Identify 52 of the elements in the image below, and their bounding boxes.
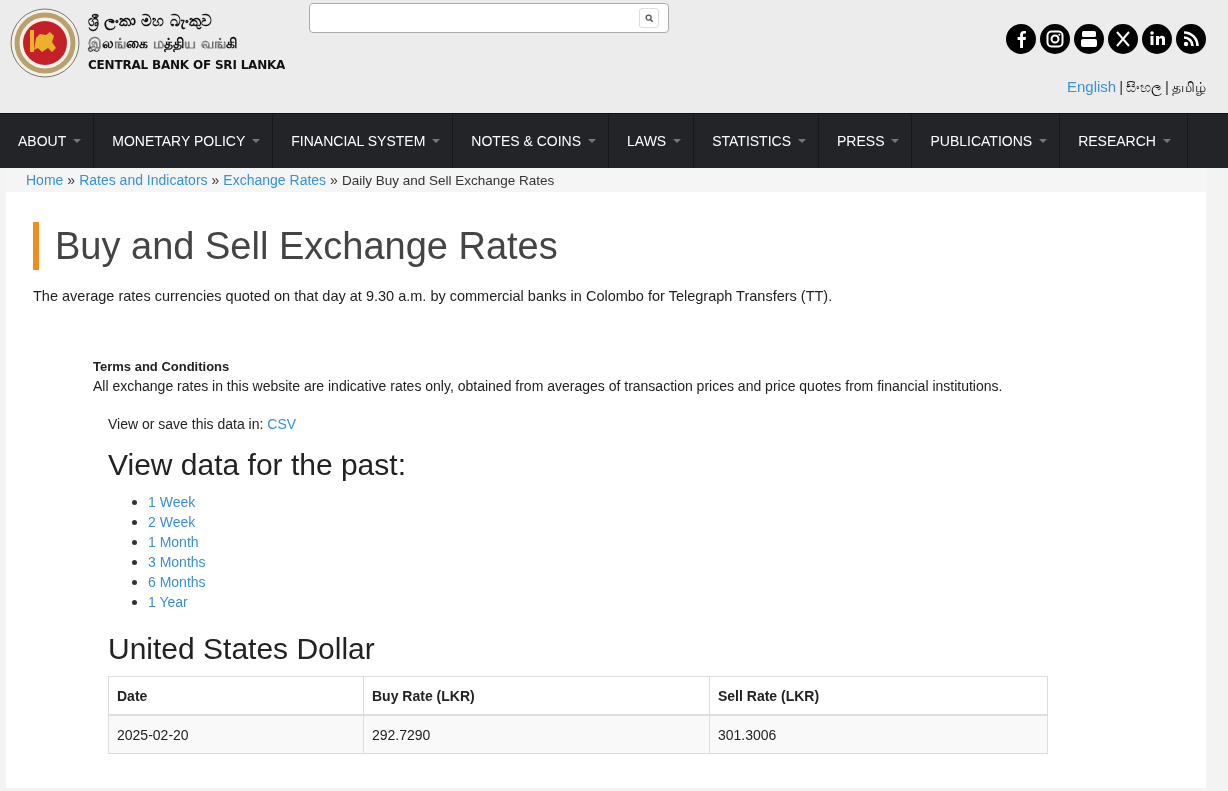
period-link[interactable]: 1 Week bbox=[148, 494, 196, 510]
separator: | bbox=[1165, 78, 1169, 95]
search-button[interactable] bbox=[639, 8, 659, 28]
english-bank-name: CENTRAL BANK OF SRI LANKA bbox=[88, 57, 286, 74]
tamil-bank-name: இலங்கை மத்திய வங்கி bbox=[88, 34, 238, 54]
search-field[interactable] bbox=[309, 3, 669, 33]
separator: | bbox=[1119, 78, 1124, 95]
intro-text: The average rates currencies quoted on that day at 9.30 a.m. by commercial banks in Colombo for Telegraph Transfers (TT). bbox=[33, 288, 834, 304]
period-link[interactable]: 2 Week bbox=[148, 514, 196, 530]
facebook-icon[interactable] bbox=[1006, 24, 1036, 54]
sinhala-bank-name: ශ්‍රී ලංකා මහ බැංකුව bbox=[88, 11, 213, 32]
caret-icon bbox=[673, 139, 682, 143]
x-icon[interactable] bbox=[1108, 24, 1138, 54]
period-link[interactable]: 1 Month bbox=[148, 534, 199, 550]
caret-icon bbox=[798, 139, 806, 143]
period-link[interactable]: 1 Year bbox=[148, 594, 188, 610]
language-link[interactable]: தமிழ் bbox=[1172, 79, 1206, 95]
caret-icon bbox=[73, 139, 82, 143]
past-heading: View data for the past: bbox=[108, 448, 407, 482]
terms-title: Terms and Conditions bbox=[93, 359, 231, 374]
bullet-icon bbox=[132, 519, 137, 525]
caret-icon bbox=[588, 139, 597, 143]
linkedin-icon[interactable] bbox=[1142, 24, 1172, 54]
caret-icon bbox=[1162, 139, 1171, 143]
caret-icon bbox=[432, 139, 441, 143]
table-cell: 292.7290 bbox=[363, 715, 710, 754]
terms-text: All exchange rates in this website are indicative rates only, obtained from averages of transaction prices and price quotes from financial institutions. bbox=[93, 378, 1004, 394]
breadcrumb-separator: » bbox=[211, 172, 220, 188]
breadcrumb-separator: » bbox=[67, 172, 76, 188]
caret-icon bbox=[891, 139, 900, 143]
search-icon bbox=[644, 13, 654, 23]
instagram-icon[interactable] bbox=[1040, 24, 1070, 54]
bullet-icon bbox=[132, 539, 137, 545]
table-cell: 2025-02-20 bbox=[108, 715, 364, 754]
export-label: View or save this data in: bbox=[108, 416, 264, 432]
bank-seal-logo bbox=[10, 8, 80, 78]
bullet-icon bbox=[132, 599, 137, 605]
table-cell: 301.3006 bbox=[709, 715, 1048, 754]
period-link[interactable]: 6 Months bbox=[148, 574, 206, 590]
caret-icon bbox=[252, 139, 261, 143]
bullet-icon bbox=[132, 499, 137, 505]
page-title: Buy and Sell Exchange Rates bbox=[33, 222, 1206, 270]
breadcrumb-current: Daily Buy and Sell Exchange Rates bbox=[341, 172, 555, 188]
breadcrumb-separator: » bbox=[330, 172, 338, 188]
rss-icon[interactable] bbox=[1176, 24, 1206, 54]
csv-link[interactable]: CSV bbox=[267, 416, 297, 432]
language-link[interactable]: සිංහල bbox=[1126, 79, 1163, 95]
bullet-icon bbox=[132, 579, 137, 585]
bullet-icon bbox=[132, 559, 137, 565]
caret-icon bbox=[1039, 139, 1048, 143]
currency-heading: United States Dollar bbox=[108, 632, 376, 666]
period-link[interactable]: 3 Months bbox=[148, 554, 206, 570]
